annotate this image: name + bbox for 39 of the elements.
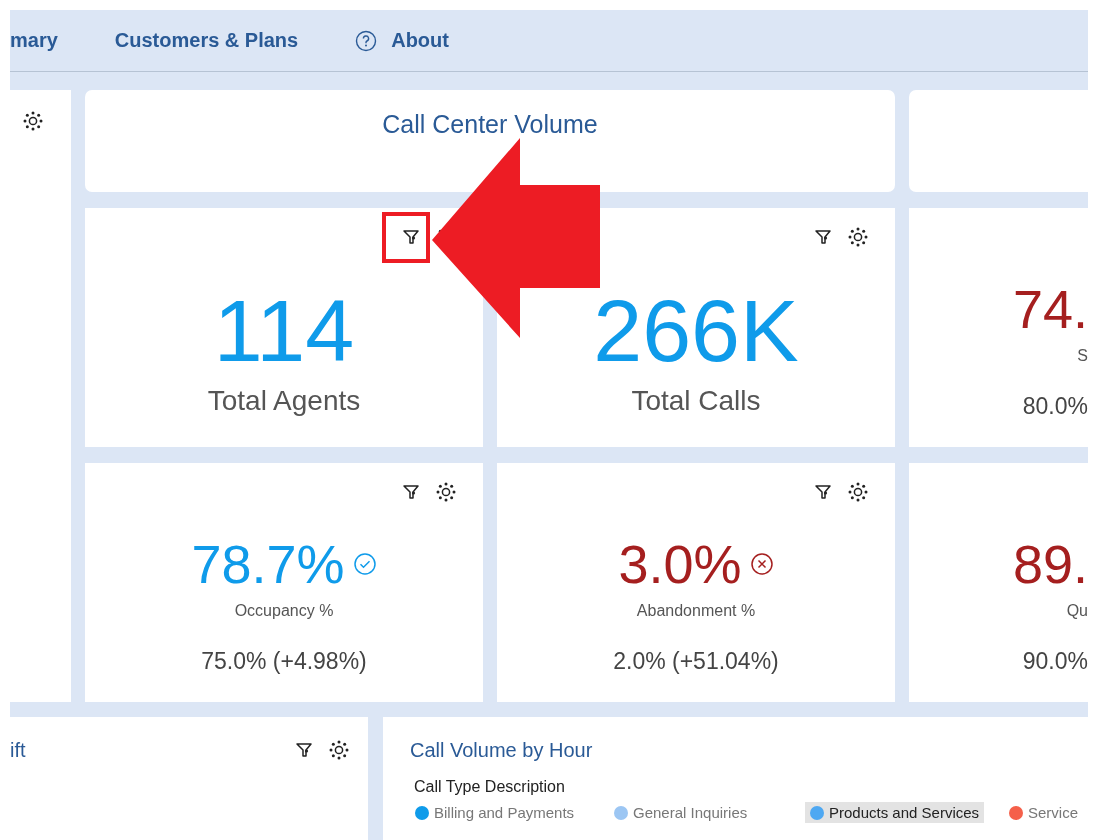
nav-tab[interactable]: About	[391, 29, 449, 52]
settings-icon[interactable]	[847, 226, 869, 248]
settings-icon[interactable]	[435, 481, 457, 503]
filter-icon[interactable]	[401, 227, 421, 247]
kpi-comparison: 2.0% (+51.04%)	[613, 647, 779, 675]
legend-item[interactable]: Service	[1004, 802, 1084, 823]
kpi-label: Total Calls	[631, 384, 761, 418]
settings-icon[interactable]	[847, 481, 869, 503]
nav-tab[interactable]: Customers & Plans	[114, 29, 299, 52]
filter-icon[interactable]	[813, 482, 833, 502]
filter-icon[interactable]	[401, 482, 421, 502]
kpi-label: Total Agents	[207, 384, 361, 418]
section-title: Call Center Volume	[382, 110, 598, 140]
legend-item[interactable]: General Inquiries	[609, 802, 753, 823]
kpi-value: 3.0%	[618, 534, 742, 594]
kpi-value: 266K	[593, 283, 799, 379]
help-icon	[355, 29, 378, 52]
kpi-label: Occupancy %	[234, 601, 334, 621]
nav-tab[interactable]: mary	[10, 29, 58, 52]
legend-item[interactable]: Products and Services	[805, 802, 985, 823]
filter-icon[interactable]	[294, 740, 314, 760]
legend-item[interactable]: Billing and Payments	[410, 802, 580, 823]
kpi-value: 114	[213, 283, 355, 379]
kpi-label: Qu	[1066, 601, 1088, 621]
card-title: ift	[10, 739, 26, 762]
kpi-label: S	[1077, 346, 1088, 366]
kpi-value: 78.7%	[191, 534, 345, 594]
settings-icon[interactable]	[22, 110, 44, 132]
legend-title: Call Type Description	[414, 778, 565, 796]
kpi-comparison: 90.0%	[1022, 647, 1088, 675]
settings-icon[interactable]	[328, 739, 350, 761]
kpi-comparison: 75.0% (+4.98%)	[201, 647, 367, 675]
card-title: Call Volume by Hour	[410, 739, 593, 762]
filter-icon[interactable]	[813, 227, 833, 247]
highlight-frame	[382, 212, 430, 263]
kpi-label: Abandonment %	[636, 601, 756, 621]
kpi-comparison: 80.0%	[1022, 392, 1088, 420]
kpi-value: 74.	[1012, 279, 1088, 339]
kpi-value: 89.	[1012, 534, 1088, 594]
